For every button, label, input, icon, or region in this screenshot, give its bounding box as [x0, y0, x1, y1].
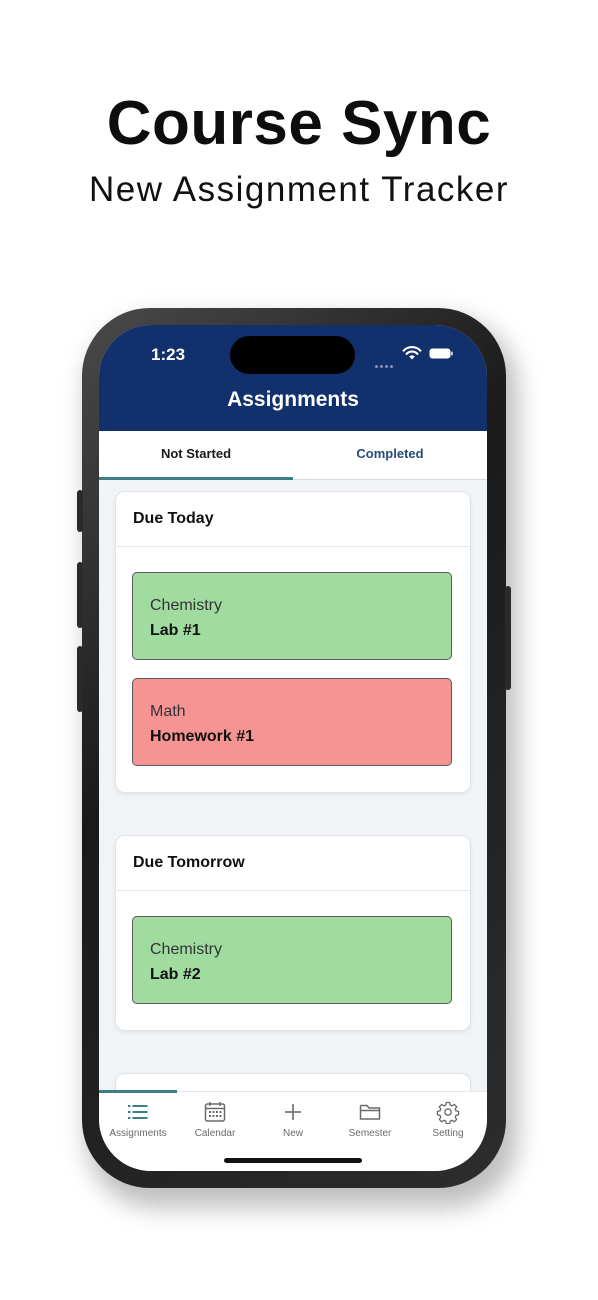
nav-label: Calendar — [194, 1128, 236, 1139]
plus-icon — [285, 1104, 301, 1120]
wifi-icon — [402, 346, 422, 360]
nav-label: Setting — [432, 1128, 464, 1139]
page-title: Assignments — [227, 388, 359, 411]
nav-label: New — [282, 1128, 303, 1139]
nav-semester[interactable]: Semester — [331, 1092, 409, 1152]
hero-title: Course Sync — [106, 89, 492, 158]
nav-assignments[interactable]: Assignments — [99, 1092, 177, 1152]
hero-subtitle: New Assignment Tracker — [88, 170, 510, 209]
section-heading: Due Tomorrow — [116, 836, 470, 891]
nav-label: Assignments — [109, 1128, 167, 1139]
app-header: 1:23 Assignments — [99, 325, 487, 431]
assignment-course: Chemistry — [150, 597, 223, 614]
assignment-course: Math — [150, 703, 186, 720]
assignment-card[interactable]: Chemistry Lab #2 — [132, 916, 452, 1004]
phone-action-button — [77, 490, 83, 532]
list-icon — [128, 1105, 148, 1119]
section-due-today: Due Today Chemistry Lab #1 Math Homework… — [115, 491, 471, 793]
dynamic-island — [230, 336, 355, 374]
bottom-nav: Assignments Calendar New Semester Settin… — [99, 1090, 487, 1171]
assignment-card[interactable]: Math Homework #1 — [132, 678, 452, 766]
assignment-title: Lab #2 — [150, 966, 201, 983]
home-indicator[interactable] — [224, 1158, 362, 1163]
assignment-title: Lab #1 — [150, 622, 201, 639]
phone-power-button — [505, 586, 511, 690]
tab-completed[interactable]: Completed — [293, 431, 487, 479]
assignment-card[interactable]: Chemistry Lab #1 — [132, 572, 452, 660]
assignment-course: Chemistry — [150, 941, 223, 958]
signal-dots-icon — [375, 355, 395, 373]
nav-setting[interactable]: Setting — [409, 1092, 487, 1152]
calendar-icon — [204, 1102, 226, 1122]
section-due-tomorrow: Due Tomorrow Chemistry Lab #2 — [115, 835, 471, 1031]
assignment-tabs: Not Started Completed — [99, 431, 487, 480]
assignment-list[interactable]: Due Today Chemistry Lab #1 Math Homework… — [99, 480, 487, 1092]
battery-icon — [429, 348, 453, 359]
section-heading: Due Today — [116, 492, 470, 547]
status-time: 1:23 — [151, 345, 186, 364]
nav-label: Semester — [348, 1128, 392, 1139]
phone-volume-up-button — [77, 562, 83, 628]
folder-icon — [359, 1104, 381, 1120]
nav-calendar[interactable]: Calendar — [176, 1092, 254, 1152]
nav-new[interactable]: New — [254, 1092, 332, 1152]
tab-not-started[interactable]: Not Started — [99, 431, 293, 479]
phone-volume-down-button — [77, 646, 83, 712]
phone-screen: 1:23 Assignments Not Started Completed D… — [99, 325, 487, 1171]
assignment-title: Homework #1 — [150, 728, 255, 745]
gear-icon — [436, 1101, 460, 1124]
